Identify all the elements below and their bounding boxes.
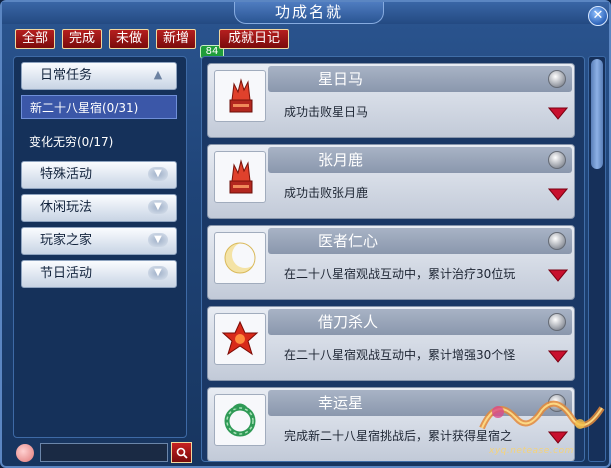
list-scrollbar[interactable] [588, 56, 606, 462]
red-flame-altar-icon [214, 151, 266, 203]
achievement-description: 在二十八星宿观战互动中，累计增强30个怪 [284, 348, 516, 362]
card-header: 借刀杀人 [268, 309, 572, 335]
category-festival-events[interactable]: 节日活动 ▼ [21, 260, 177, 288]
search-button[interactable] [171, 442, 192, 463]
achievement-description: 成功击败星日马 [284, 105, 369, 119]
achievement-title: 张月鹿 [318, 151, 364, 169]
close-button[interactable]: ✕ [588, 6, 608, 26]
medal-icon [548, 394, 566, 412]
achievement-card[interactable]: 幸运星 完成新二十八星宿挑战后，累计获得星宿之 [207, 387, 575, 461]
achievement-title: 星日马 [318, 70, 364, 88]
achievement-title: 借刀杀人 [318, 313, 379, 331]
medal-icon [548, 232, 566, 250]
chevron-down-icon: ▼ [148, 167, 168, 181]
category-label: 玩家之家 [40, 233, 93, 248]
achievement-title: 幸运星 [318, 394, 364, 412]
medal-icon [548, 70, 566, 88]
close-icon: ✕ [592, 8, 604, 23]
achievement-title: 医者仁心 [318, 232, 379, 250]
achievement-window: 功成名就 ✕ 全部 完成 未做 新增 84 成就日记 日常任务 ▲ 新二十八星宿… [0, 0, 611, 468]
window-title: 功成名就 [234, 2, 384, 24]
achievement-description: 成功击败张月鹿 [284, 186, 369, 200]
category-sidebar: 日常任务 ▲ 新二十八星宿(0/31) 变化无穷(0/17) 特殊活动 ▼ 休闲… [13, 56, 187, 438]
card-header: 星日马 [268, 66, 572, 92]
search-input[interactable] [40, 443, 168, 462]
category-label: 休闲玩法 [40, 200, 93, 215]
card-header: 张月鹿 [268, 147, 572, 173]
expand-arrow-icon[interactable] [548, 268, 568, 282]
achievement-card[interactable]: 借刀杀人 在二十八星宿观战互动中，累计增强30个怪 [207, 306, 575, 381]
achievement-list: 星日马 成功击败星日马 张月鹿 成功击败张月鹿 医者仁心 在二十八星宿观战互动中… [201, 56, 585, 462]
chevron-down-icon: ▼ [148, 200, 168, 214]
achievement-card[interactable]: 医者仁心 在二十八星宿观战互动中，累计治疗30位玩 [207, 225, 575, 300]
category-label: 节日活动 [40, 266, 93, 281]
tab-completed[interactable]: 完成 [62, 29, 102, 49]
expand-arrow-icon[interactable] [548, 430, 568, 444]
red-star-icon [214, 313, 266, 365]
chevron-up-icon: ▲ [153, 68, 163, 81]
crescent-moon-icon [214, 232, 266, 284]
category-label: 特殊活动 [40, 167, 93, 182]
card-header: 医者仁心 [268, 228, 572, 254]
scroll-thumb[interactable] [591, 59, 603, 169]
category-daily-tasks[interactable]: 日常任务 ▲ [21, 62, 177, 90]
medal-icon [548, 151, 566, 169]
expand-arrow-icon[interactable] [548, 187, 568, 201]
green-dragon-ring-icon [214, 394, 266, 446]
achievement-card[interactable]: 星日马 成功击败星日马 [207, 63, 575, 138]
subitem-new-28-stars[interactable]: 新二十八星宿(0/31) [21, 95, 177, 119]
tab-all[interactable]: 全部 [15, 29, 55, 49]
expand-arrow-icon[interactable] [548, 106, 568, 120]
tab-new[interactable]: 新增 [156, 29, 196, 49]
expand-arrow-icon[interactable] [548, 349, 568, 363]
subitem-endless-change[interactable]: 变化无穷(0/17) [21, 130, 177, 154]
category-label: 日常任务 [40, 68, 93, 83]
category-casual-play[interactable]: 休闲玩法 ▼ [21, 194, 177, 222]
search-icon [176, 447, 188, 459]
card-header: 幸运星 [268, 390, 572, 416]
chevron-down-icon: ▼ [148, 266, 168, 280]
achievement-description: 完成新二十八星宿挑战后，累计获得星宿之 [284, 429, 513, 443]
achievement-description: 在二十八星宿观战互动中，累计治疗30位玩 [284, 267, 516, 281]
search-area [14, 442, 194, 464]
tab-achievement-diary[interactable]: 成就日记 [219, 29, 289, 49]
medal-icon [548, 313, 566, 331]
chevron-down-icon: ▼ [148, 233, 168, 247]
red-flame-altar-icon [214, 70, 266, 122]
peach-icon [16, 444, 34, 462]
category-player-home[interactable]: 玩家之家 ▼ [21, 227, 177, 255]
achievement-card[interactable]: 张月鹿 成功击败张月鹿 [207, 144, 575, 219]
tab-not-done[interactable]: 未做 [109, 29, 149, 49]
category-special-events[interactable]: 特殊活动 ▼ [21, 161, 177, 189]
